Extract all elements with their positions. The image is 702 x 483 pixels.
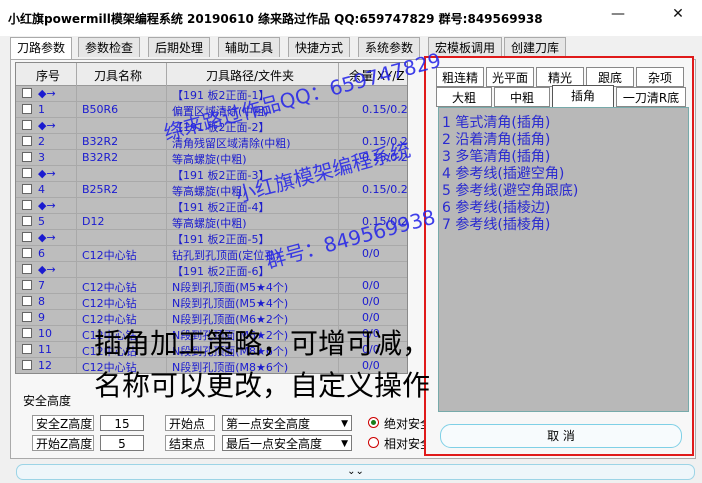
chevron-down-icon: ▼ (341, 439, 348, 449)
row-index: 5 (38, 215, 45, 228)
row-index: 3 (38, 151, 45, 164)
column-header-tool: 刀具名称 (94, 69, 143, 83)
column-header-index: 序号 (36, 69, 61, 83)
start-point-value: 第一点安全高度 (226, 417, 311, 431)
row-checkbox[interactable] (22, 216, 32, 226)
row-index: 10 (38, 327, 52, 340)
row-index: 8 (38, 295, 45, 308)
row-stock: 0.15/0.2 (362, 103, 408, 116)
row-index: 2 (38, 135, 45, 148)
relative-safe-radio[interactable] (368, 437, 379, 448)
subtab-large-rough[interactable]: 大粗 (436, 87, 492, 107)
row-stock: 0/0 (362, 295, 380, 308)
expand-bar[interactable]: ⌄⌄ (16, 464, 695, 480)
row-tool: B32R2 (82, 135, 119, 148)
minimize-button[interactable]: — (604, 6, 632, 26)
row-checkbox[interactable] (22, 328, 32, 338)
table-row[interactable]: 8 C12中心钻 N段到孔顶面(M5★4个) 0/0 (16, 294, 407, 310)
subtab-medium-rough[interactable]: 中粗 (494, 87, 550, 107)
row-marker-icon: ◆→ (38, 87, 56, 100)
tab-aux-tools[interactable]: 辅助工具 (218, 37, 281, 57)
row-marker-icon: ◆→ (38, 231, 56, 244)
tab-post-process[interactable]: 后期处理 (148, 37, 211, 57)
row-tool: D12 (82, 215, 105, 228)
tab-toolpath-params[interactable]: 刀路参数 (10, 37, 73, 59)
subtab-one-pass-r-bottom[interactable]: 一刀清R底 (616, 87, 686, 107)
row-checkbox[interactable] (22, 168, 32, 178)
start-z-label: 开始Z高度 (32, 435, 94, 451)
row-checkbox[interactable] (22, 264, 32, 274)
row-index: 12 (38, 359, 52, 372)
window-title: 小红旗powermill模架编程系统 20190610 绦来路过作品 QQ:65… (8, 12, 543, 26)
row-checkbox[interactable] (22, 280, 32, 290)
table-row[interactable]: 7 C12中心钻 N段到孔顶面(M5★4个) 0/0 (16, 278, 407, 294)
row-marker-icon: ◆→ (38, 263, 56, 276)
table-group-row[interactable]: ◆→ 【191 板2正面-6】 (16, 262, 407, 278)
chevron-down-icon: ▼ (341, 419, 348, 429)
row-checkbox[interactable] (22, 232, 32, 242)
row-stock: 0/0 (362, 247, 380, 260)
subtab-finish[interactable]: 精光 (536, 67, 584, 87)
row-checkbox[interactable] (22, 360, 32, 370)
row-index: 7 (38, 279, 45, 292)
row-checkbox[interactable] (22, 248, 32, 258)
row-marker-icon: ◆→ (38, 119, 56, 132)
subtab-misc[interactable]: 杂项 (636, 67, 684, 87)
row-marker-icon: ◆→ (38, 167, 56, 180)
row-checkbox[interactable] (22, 184, 32, 194)
absolute-safe-radio[interactable] (368, 417, 379, 428)
row-checkbox[interactable] (22, 200, 32, 210)
subtab-corner-plunge[interactable]: 插角 (552, 85, 614, 107)
tab-create-tool-library[interactable]: 创建刀库 (504, 37, 567, 57)
end-point-select[interactable]: 最后一点安全高度 ▼ (222, 435, 352, 451)
caption-line-1: 插角加工策略，可增可减， (94, 327, 431, 360)
row-index: 6 (38, 247, 45, 260)
end-point-label: 结束点 (165, 435, 215, 451)
start-point-label: 开始点 (165, 415, 215, 431)
row-stock: 0/0 (362, 279, 380, 292)
start-z-input[interactable]: 5 (100, 435, 144, 451)
row-checkbox[interactable] (22, 344, 32, 354)
caption-line-2: 名称可以更改，自定义操作 (94, 369, 431, 402)
row-index: 11 (38, 343, 52, 356)
row-checkbox[interactable] (22, 136, 32, 146)
row-checkbox[interactable] (22, 312, 32, 322)
table-group-row[interactable]: ◆→ 【191 板2正面-4】 (16, 198, 407, 214)
row-stock: 0.15/0.2 (362, 183, 408, 196)
column-header-path: 刀具路径/文件夹 (206, 69, 295, 83)
row-tool: B32R2 (82, 151, 119, 164)
title-bar: 小红旗powermill模架编程系统 20190610 绦来路过作品 QQ:65… (0, 0, 702, 36)
row-marker-icon: ◆→ (38, 199, 56, 212)
row-checkbox[interactable] (22, 152, 32, 162)
table-row[interactable]: 4 B25R2 等高螺旋(中粗) 0.15/0.2 (16, 182, 407, 198)
row-checkbox[interactable] (22, 120, 32, 130)
tab-shortcuts[interactable]: 快捷方式 (288, 37, 351, 57)
row-checkbox[interactable] (22, 104, 32, 114)
row-index: 9 (38, 311, 45, 324)
start-point-select[interactable]: 第一点安全高度 ▼ (222, 415, 352, 431)
row-index: 1 (38, 103, 45, 116)
row-tool: B25R2 (82, 183, 119, 196)
close-button[interactable]: ✕ (664, 6, 692, 26)
safe-z-input[interactable]: 15 (100, 415, 144, 431)
tab-param-check[interactable]: 参数检查 (78, 37, 141, 57)
row-checkbox[interactable] (22, 88, 32, 98)
row-checkbox[interactable] (22, 296, 32, 306)
end-point-value: 最后一点安全高度 (226, 437, 323, 451)
safe-z-label: 安全Z高度 (32, 415, 94, 431)
safety-section-title: 安全高度 (23, 394, 72, 408)
cancel-button[interactable]: 取 消 (440, 424, 682, 448)
list-item[interactable]: 7 参考线(插棱角) (442, 214, 550, 234)
subtab-flat-finish[interactable]: 光平面 (486, 67, 534, 87)
row-index: 4 (38, 183, 45, 196)
row-tool: B50R6 (82, 103, 119, 116)
subtab-follow-bottom[interactable]: 跟底 (586, 67, 634, 87)
